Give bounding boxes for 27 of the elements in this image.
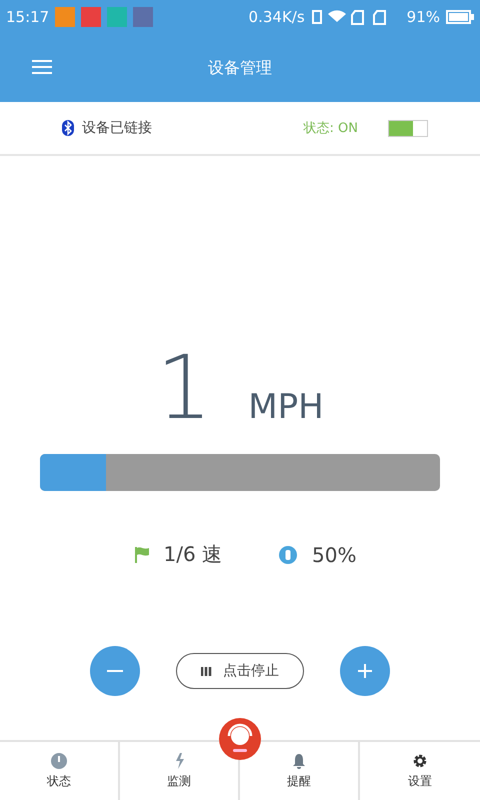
connection-label: 设备已链接 <box>82 119 153 137</box>
assistant-icon[interactable] <box>219 718 261 760</box>
settings-icon <box>412 752 428 768</box>
battery-percent: 91% <box>406 8 440 26</box>
status-text: 状态: ON <box>304 120 358 137</box>
plus-icon <box>358 664 372 678</box>
bell-icon <box>292 752 306 768</box>
speed-value: 1 <box>156 344 212 432</box>
increase-button[interactable] <box>340 646 390 696</box>
stat-value: 1/6 速 <box>164 541 222 568</box>
stat-value: 50% <box>312 542 356 566</box>
menu-icon[interactable] <box>32 59 52 75</box>
gauge-icon <box>51 752 67 768</box>
decrease-button[interactable] <box>90 646 140 696</box>
stop-button[interactable]: 点击停止 <box>176 653 304 689</box>
incline-icon <box>278 544 298 564</box>
minus-icon <box>107 670 123 672</box>
bluetooth-icon <box>62 120 74 136</box>
pause-icon <box>201 666 213 676</box>
speed-unit: MPH <box>248 387 324 427</box>
page-title: 设备管理 <box>208 58 272 78</box>
status-time: 15:17 <box>6 8 50 26</box>
battery-icon <box>446 10 474 24</box>
network-speed: 0.34K/s <box>248 8 305 26</box>
power-toggle[interactable] <box>388 120 428 136</box>
bolt-icon <box>174 752 184 768</box>
flag-icon <box>134 546 150 564</box>
